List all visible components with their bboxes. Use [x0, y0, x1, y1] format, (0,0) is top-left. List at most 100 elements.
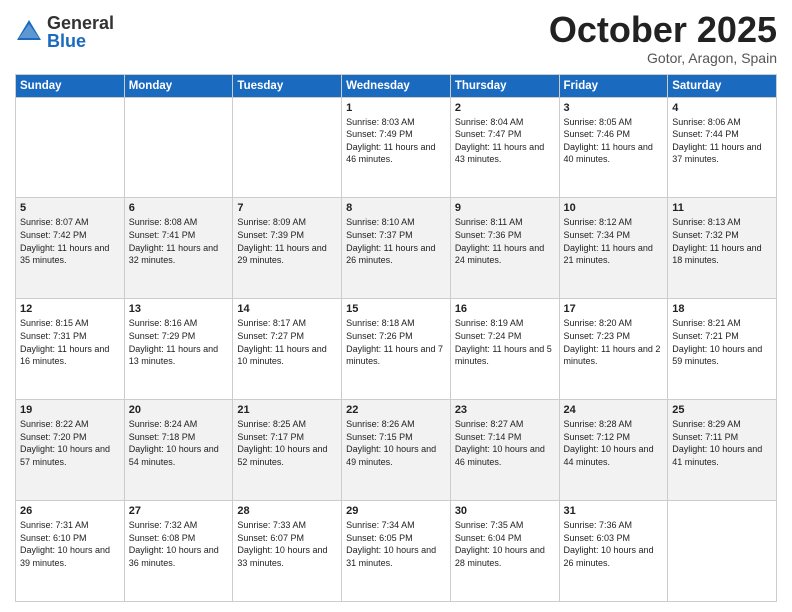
day-info: Sunrise: 8:11 AM: [455, 216, 555, 229]
day-info: Daylight: 11 hours and 46 minutes.: [346, 141, 446, 166]
day-cell-14: 14Sunrise: 8:17 AMSunset: 7:27 PMDayligh…: [233, 299, 342, 400]
day-info: Daylight: 10 hours and 59 minutes.: [672, 343, 772, 368]
day-info: Sunset: 7:20 PM: [20, 431, 120, 444]
day-cell-31: 31Sunrise: 7:36 AMSunset: 6:03 PMDayligh…: [559, 501, 668, 602]
day-number: 19: [20, 404, 120, 416]
day-cell-24: 24Sunrise: 8:28 AMSunset: 7:12 PMDayligh…: [559, 400, 668, 501]
day-info: Daylight: 10 hours and 26 minutes.: [564, 544, 664, 569]
day-cell-18: 18Sunrise: 8:21 AMSunset: 7:21 PMDayligh…: [668, 299, 777, 400]
day-cell-12: 12Sunrise: 8:15 AMSunset: 7:31 PMDayligh…: [16, 299, 125, 400]
day-cell-10: 10Sunrise: 8:12 AMSunset: 7:34 PMDayligh…: [559, 198, 668, 299]
day-number: 24: [564, 404, 664, 416]
day-info: Sunset: 7:41 PM: [129, 229, 229, 242]
day-number: 8: [346, 202, 446, 214]
day-info: Sunset: 7:44 PM: [672, 128, 772, 141]
day-info: Sunrise: 8:09 AM: [237, 216, 337, 229]
day-info: Sunset: 7:14 PM: [455, 431, 555, 444]
day-info: Daylight: 10 hours and 39 minutes.: [20, 544, 120, 569]
day-cell-16: 16Sunrise: 8:19 AMSunset: 7:24 PMDayligh…: [450, 299, 559, 400]
day-info: Daylight: 10 hours and 36 minutes.: [129, 544, 229, 569]
day-number: 31: [564, 505, 664, 517]
day-cell-2: 2Sunrise: 8:04 AMSunset: 7:47 PMDaylight…: [450, 97, 559, 198]
logo-general: General: [47, 14, 114, 32]
day-info: Daylight: 11 hours and 2 minutes.: [564, 343, 664, 368]
day-header-sunday: Sunday: [16, 74, 125, 97]
day-info: Sunset: 7:15 PM: [346, 431, 446, 444]
day-info: Sunset: 7:34 PM: [564, 229, 664, 242]
day-cell-13: 13Sunrise: 8:16 AMSunset: 7:29 PMDayligh…: [124, 299, 233, 400]
day-info: Sunset: 7:21 PM: [672, 330, 772, 343]
day-info: Sunrise: 8:26 AM: [346, 418, 446, 431]
day-cell-30: 30Sunrise: 7:35 AMSunset: 6:04 PMDayligh…: [450, 501, 559, 602]
day-info: Sunset: 7:26 PM: [346, 330, 446, 343]
day-number: 30: [455, 505, 555, 517]
day-info: Daylight: 11 hours and 43 minutes.: [455, 141, 555, 166]
day-info: Sunrise: 8:08 AM: [129, 216, 229, 229]
day-cell-26: 26Sunrise: 7:31 AMSunset: 6:10 PMDayligh…: [16, 501, 125, 602]
day-info: Sunrise: 7:33 AM: [237, 519, 337, 532]
day-info: Sunrise: 8:19 AM: [455, 317, 555, 330]
day-number: 29: [346, 505, 446, 517]
day-number: 23: [455, 404, 555, 416]
day-info: Daylight: 10 hours and 57 minutes.: [20, 443, 120, 468]
day-info: Sunset: 7:23 PM: [564, 330, 664, 343]
day-number: 9: [455, 202, 555, 214]
day-info: Daylight: 11 hours and 32 minutes.: [129, 242, 229, 267]
logo-icon: [15, 18, 43, 46]
day-info: Sunrise: 8:22 AM: [20, 418, 120, 431]
day-number: 12: [20, 303, 120, 315]
day-info: Daylight: 11 hours and 10 minutes.: [237, 343, 337, 368]
day-info: Sunset: 7:27 PM: [237, 330, 337, 343]
week-row-5: 26Sunrise: 7:31 AMSunset: 6:10 PMDayligh…: [16, 501, 777, 602]
day-info: Sunrise: 8:15 AM: [20, 317, 120, 330]
empty-cell: [16, 97, 125, 198]
day-info: Sunset: 6:10 PM: [20, 532, 120, 545]
day-info: Daylight: 11 hours and 7 minutes.: [346, 343, 446, 368]
day-info: Sunrise: 7:32 AM: [129, 519, 229, 532]
empty-cell: [668, 501, 777, 602]
day-info: Sunrise: 8:07 AM: [20, 216, 120, 229]
day-cell-1: 1Sunrise: 8:03 AMSunset: 7:49 PMDaylight…: [342, 97, 451, 198]
day-cell-3: 3Sunrise: 8:05 AMSunset: 7:46 PMDaylight…: [559, 97, 668, 198]
day-number: 17: [564, 303, 664, 315]
day-number: 11: [672, 202, 772, 214]
day-info: Sunrise: 8:10 AM: [346, 216, 446, 229]
day-info: Sunrise: 8:12 AM: [564, 216, 664, 229]
day-info: Sunrise: 8:13 AM: [672, 216, 772, 229]
empty-cell: [124, 97, 233, 198]
day-info: Sunset: 7:46 PM: [564, 128, 664, 141]
week-row-3: 12Sunrise: 8:15 AMSunset: 7:31 PMDayligh…: [16, 299, 777, 400]
day-info: Sunrise: 7:34 AM: [346, 519, 446, 532]
day-info: Sunrise: 8:25 AM: [237, 418, 337, 431]
month-title: October 2025: [549, 10, 777, 50]
days-header-row: SundayMondayTuesdayWednesdayThursdayFrid…: [16, 74, 777, 97]
day-number: 16: [455, 303, 555, 315]
day-info: Daylight: 10 hours and 54 minutes.: [129, 443, 229, 468]
day-info: Sunrise: 8:21 AM: [672, 317, 772, 330]
day-number: 14: [237, 303, 337, 315]
day-number: 26: [20, 505, 120, 517]
day-number: 15: [346, 303, 446, 315]
day-cell-11: 11Sunrise: 8:13 AMSunset: 7:32 PMDayligh…: [668, 198, 777, 299]
day-cell-4: 4Sunrise: 8:06 AMSunset: 7:44 PMDaylight…: [668, 97, 777, 198]
day-info: Daylight: 11 hours and 29 minutes.: [237, 242, 337, 267]
day-number: 27: [129, 505, 229, 517]
day-info: Sunset: 7:24 PM: [455, 330, 555, 343]
day-info: Sunrise: 8:24 AM: [129, 418, 229, 431]
day-header-friday: Friday: [559, 74, 668, 97]
day-info: Daylight: 10 hours and 28 minutes.: [455, 544, 555, 569]
day-cell-23: 23Sunrise: 8:27 AMSunset: 7:14 PMDayligh…: [450, 400, 559, 501]
day-header-wednesday: Wednesday: [342, 74, 451, 97]
day-number: 25: [672, 404, 772, 416]
day-header-thursday: Thursday: [450, 74, 559, 97]
day-number: 4: [672, 102, 772, 114]
day-info: Daylight: 11 hours and 26 minutes.: [346, 242, 446, 267]
day-info: Sunset: 7:49 PM: [346, 128, 446, 141]
day-cell-5: 5Sunrise: 8:07 AMSunset: 7:42 PMDaylight…: [16, 198, 125, 299]
empty-cell: [233, 97, 342, 198]
logo-text: General Blue: [47, 14, 114, 50]
day-info: Sunset: 7:29 PM: [129, 330, 229, 343]
day-info: Daylight: 10 hours and 46 minutes.: [455, 443, 555, 468]
day-info: Sunset: 7:36 PM: [455, 229, 555, 242]
day-info: Sunrise: 7:36 AM: [564, 519, 664, 532]
